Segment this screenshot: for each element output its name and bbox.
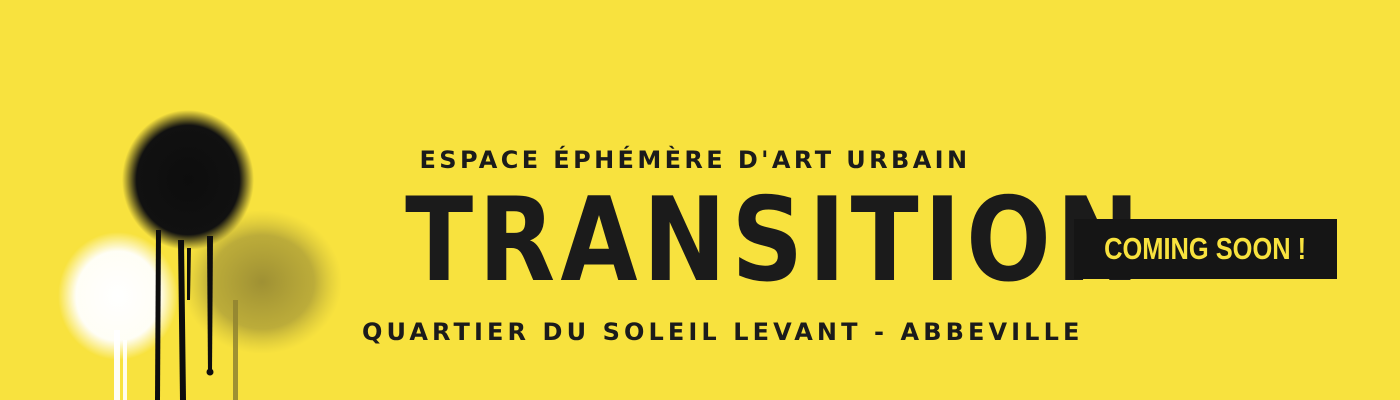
- tagline-top: ESPACE ÉPHÉMÈRE D'ART URBAIN: [419, 146, 971, 174]
- drip-white: [123, 340, 127, 400]
- tagline-bottom: QUARTIER DU SOLEIL LEVANT - ABBEVILLE: [362, 318, 1084, 346]
- drip-olive: [233, 300, 238, 400]
- drip-black-tip: [206, 368, 214, 376]
- spray-blob-black: [122, 110, 254, 250]
- drip-black: [207, 236, 213, 374]
- drip-white: [114, 330, 120, 400]
- coming-soon-badge[interactable]: COMING SOON !: [1074, 219, 1337, 279]
- spray-paint-drips-icon: [58, 110, 342, 400]
- banner: ESPACE ÉPHÉMÈRE D'ART URBAIN TRANSITION …: [0, 0, 1400, 400]
- coming-soon-label: COMING SOON !: [1104, 231, 1307, 266]
- page-title: TRANSITION: [405, 173, 1145, 308]
- drip-black: [155, 230, 161, 400]
